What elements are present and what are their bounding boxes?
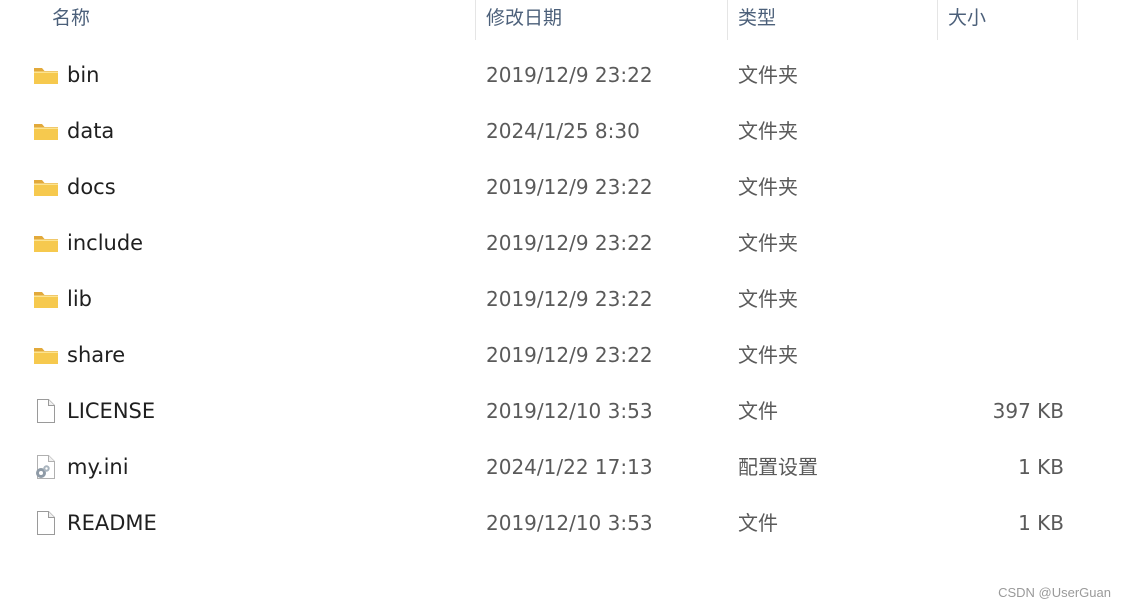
file-modified: 2019/12/10 3:53 xyxy=(486,511,653,535)
file-size: 1 KB xyxy=(1018,455,1064,479)
file-size: 397 KB xyxy=(992,399,1064,423)
column-header-name[interactable]: 名称 xyxy=(52,0,90,40)
folder-icon xyxy=(33,174,59,200)
file-row[interactable]: README 2019/12/10 3:53 文件 1 KB xyxy=(0,495,1125,551)
file-row[interactable]: data 2024/1/25 8:30 文件夹 xyxy=(0,103,1125,159)
file-modified: 2019/12/10 3:53 xyxy=(486,399,653,423)
file-type: 文件夹 xyxy=(738,63,798,87)
column-header-type[interactable]: 类型 xyxy=(738,0,776,40)
file-name: data xyxy=(67,119,115,143)
watermark: CSDN @UserGuan xyxy=(998,585,1111,600)
file-row[interactable]: docs 2019/12/9 23:22 文件夹 xyxy=(0,159,1125,215)
file-icon xyxy=(33,510,59,536)
file-row[interactable]: LICENSE 2019/12/10 3:53 文件 397 KB xyxy=(0,383,1125,439)
file-type: 文件夹 xyxy=(738,287,798,311)
column-divider[interactable] xyxy=(475,0,476,40)
file-row[interactable]: lib 2019/12/9 23:22 文件夹 xyxy=(0,271,1125,327)
file-type: 文件夹 xyxy=(738,343,798,367)
file-size: 1 KB xyxy=(1018,511,1064,535)
file-name: share xyxy=(67,343,126,367)
column-divider[interactable] xyxy=(1077,0,1078,40)
file-icon xyxy=(33,398,59,424)
file-name: LICENSE xyxy=(67,399,156,423)
file-name: lib xyxy=(67,287,92,311)
folder-icon xyxy=(33,286,59,312)
file-row[interactable]: share 2019/12/9 23:22 文件夹 xyxy=(0,327,1125,383)
file-list: bin 2019/12/9 23:22 文件夹 data 2024/1/25 8… xyxy=(0,47,1125,551)
file-modified: 2024/1/22 17:13 xyxy=(486,455,653,479)
folder-icon xyxy=(33,342,59,368)
file-name: my.ini xyxy=(67,455,129,479)
file-modified: 2019/12/9 23:22 xyxy=(486,63,653,87)
file-modified: 2019/12/9 23:22 xyxy=(486,287,653,311)
file-name: README xyxy=(67,511,157,535)
file-type: 文件 xyxy=(738,511,778,535)
file-row[interactable]: my.ini 2024/1/22 17:13 配置设置 1 KB xyxy=(0,439,1125,495)
column-divider[interactable] xyxy=(937,0,938,40)
file-type: 文件夹 xyxy=(738,231,798,255)
column-header: 名称 修改日期 类型 大小 xyxy=(0,0,1125,40)
file-name: bin xyxy=(67,63,100,87)
column-header-modified[interactable]: 修改日期 xyxy=(486,0,562,40)
folder-icon xyxy=(33,118,59,144)
folder-icon xyxy=(33,62,59,88)
folder-icon xyxy=(33,230,59,256)
settings-file-icon xyxy=(33,454,59,480)
file-type: 配置设置 xyxy=(738,455,818,479)
file-type: 文件 xyxy=(738,399,778,423)
file-name: include xyxy=(67,231,144,255)
file-modified: 2024/1/25 8:30 xyxy=(486,119,640,143)
file-name: docs xyxy=(67,175,116,199)
column-divider[interactable] xyxy=(727,0,728,40)
file-row[interactable]: include 2019/12/9 23:22 文件夹 xyxy=(0,215,1125,271)
file-row[interactable]: bin 2019/12/9 23:22 文件夹 xyxy=(0,47,1125,103)
file-modified: 2019/12/9 23:22 xyxy=(486,175,653,199)
file-type: 文件夹 xyxy=(738,175,798,199)
file-modified: 2019/12/9 23:22 xyxy=(486,231,653,255)
column-header-size[interactable]: 大小 xyxy=(948,0,986,40)
file-type: 文件夹 xyxy=(738,119,798,143)
file-modified: 2019/12/9 23:22 xyxy=(486,343,653,367)
